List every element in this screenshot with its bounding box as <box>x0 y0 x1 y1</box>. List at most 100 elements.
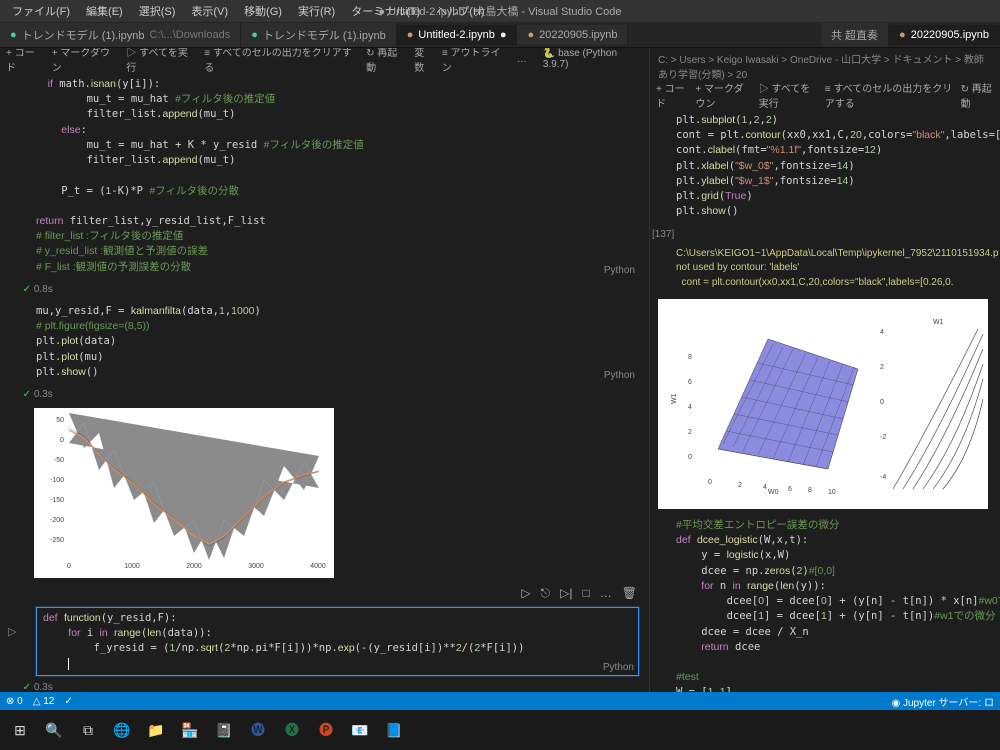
add-code-button[interactable]: + コード <box>6 48 44 74</box>
menu-view[interactable]: 表示(V) <box>185 1 234 21</box>
code-cell-3-active[interactable]: def function(y_resid,F): for i in range(… <box>36 607 639 676</box>
kernel-picker[interactable]: 🐍 base (Python 3.9.7) <box>543 48 643 70</box>
check-icon: ✓ <box>23 284 31 295</box>
svg-text:-50: -50 <box>54 457 64 464</box>
svg-text:0: 0 <box>688 454 692 461</box>
tab-trend-model-2[interactable]: ●トレンドモデル (1).ipynb <box>241 23 397 47</box>
tab-right-20220905[interactable]: ●20220905.ipynb <box>889 25 1000 45</box>
edge-icon[interactable]: 🌐 <box>108 716 136 744</box>
svg-text:W1: W1 <box>671 393 678 404</box>
store-icon[interactable]: 🏪 <box>176 716 204 744</box>
windows-taskbar: ⊞ 🔍 ⧉ 🌐 📁 🏪 📓 🅦 🅧 🅟 📧 📘 <box>0 710 1000 750</box>
tab-20220905[interactable]: ●20220905.ipynb <box>517 25 628 45</box>
menu-go[interactable]: 移動(G) <box>238 1 288 21</box>
explorer-icon[interactable]: 📁 <box>142 716 170 744</box>
run-cell-play-icon[interactable]: ▷ <box>8 625 16 638</box>
menu-file[interactable]: ファイル(F) <box>6 1 76 21</box>
check-icon: ✓ <box>23 389 31 400</box>
status-warnings[interactable]: △ 12 <box>33 696 55 707</box>
tab-trend-model-1[interactable]: ●トレンドモデル (1).ipynbC:\...\Downloads <box>0 23 241 47</box>
cell-lang-1: Python <box>604 265 635 276</box>
svg-text:0: 0 <box>708 479 712 486</box>
code-content-3[interactable]: def function(y_resid,F): for i in range(… <box>37 608 638 675</box>
jupyter-server-status[interactable]: ◉ Jupyter サーバー: ロ <box>891 694 994 709</box>
code-cell-2[interactable]: mu,y_resid,F = kalmanfilta(data,1,1000) … <box>30 301 639 383</box>
svg-text:-2: -2 <box>880 434 886 441</box>
notebook-toolbar-right: + コード + マークダウン ▷ すべてを実行 ≡ すべてのセルの出力をクリアす… <box>650 84 1000 106</box>
menu-select[interactable]: 選択(S) <box>133 1 182 21</box>
svg-text:-4: -4 <box>880 474 886 481</box>
search-icon[interactable]: 🔍 <box>40 716 68 744</box>
outlook-icon[interactable]: 📘 <box>380 716 408 744</box>
code-cell-1[interactable]: if math.isnan(y[i]): mu_t = mu_hat #フィルタ… <box>30 74 639 278</box>
onenote-icon[interactable]: 📓 <box>210 716 238 744</box>
svg-text:0: 0 <box>67 563 71 570</box>
clear-all-button[interactable]: ≡ すべてのセルの出力をクリアする <box>204 48 358 74</box>
svg-text:1000: 1000 <box>124 563 140 570</box>
vars-button[interactable]: 変数 <box>414 48 434 74</box>
tab-untitled2[interactable]: ●Untitled-2.ipynb● <box>397 25 518 45</box>
warning-output: C:\Users\KEIGO1~1\AppData\Local\Temp\ipy… <box>670 244 992 294</box>
restart-button[interactable]: ↻ 再起動 <box>366 48 406 74</box>
excel-icon[interactable]: 🅧 <box>278 716 306 744</box>
svg-text:2000: 2000 <box>186 563 202 570</box>
svg-text:2: 2 <box>688 429 692 436</box>
svg-text:2: 2 <box>880 364 884 371</box>
delete-cell-icon[interactable]: 🗑 <box>622 586 637 601</box>
svg-text:4: 4 <box>763 484 767 491</box>
cell-action-bar: ▷ ⎋ ▷| □ … 🗑 <box>0 584 649 603</box>
svg-text:4000: 4000 <box>310 563 326 570</box>
more-icon[interactable]: … <box>517 54 527 65</box>
svg-text:2: 2 <box>738 482 742 489</box>
right-editor-pane: C: > Users > Keigo Iwasaki > OneDrive - … <box>650 48 1000 710</box>
menu-edit[interactable]: 編集(E) <box>80 1 129 21</box>
clear-all-button-r[interactable]: ≡ すべてのセルの出力をクリアする <box>825 80 953 110</box>
code-content-1: if math.isnan(y[i]): mu_t = mu_hat #フィルタ… <box>30 74 639 278</box>
svg-text:0: 0 <box>60 437 64 444</box>
outline-button[interactable]: ≡ アウトライン <box>442 48 509 74</box>
cell-2-status: [253] ✓ 0.3s <box>0 387 649 402</box>
word-icon[interactable]: 🅦 <box>244 716 272 744</box>
window-title: ● Untitled-2.ipynb - 大島大橋 - Visual Studi… <box>378 3 621 19</box>
add-markdown-button[interactable]: + マークダウン <box>52 48 119 74</box>
code-cell-r2[interactable]: #平均交差エントロピー誤差の微分 def dcee_logistic(W,x,t… <box>670 515 990 710</box>
powerpoint-icon[interactable]: 🅟 <box>312 716 340 744</box>
svg-text:4: 4 <box>688 404 692 411</box>
svg-text:-150: -150 <box>50 497 64 504</box>
svg-text:-100: -100 <box>50 477 64 484</box>
start-icon[interactable]: ⊞ <box>6 716 34 744</box>
add-markdown-button-r[interactable]: + マークダウン <box>695 80 750 110</box>
svg-text:-250: -250 <box>50 537 64 544</box>
code-cell-r1[interactable]: plt.subplot(1,2,2) cont = plt.contour(xx… <box>670 110 990 223</box>
svg-text:4: 4 <box>880 329 884 336</box>
code-content-2: mu,y_resid,F = kalmanfilta(data,1,1000) … <box>30 301 639 383</box>
tab-share[interactable]: 共 超直奏 <box>821 23 889 47</box>
main-area: + コード + マークダウン ▷ すべてを実行 ≡ すべてのセルの出力をクリアす… <box>0 48 1000 710</box>
add-code-button-r[interactable]: + コード <box>656 80 687 110</box>
run-above-icon[interactable]: ▷| <box>560 586 572 601</box>
run-all-button-r[interactable]: ▷ すべてを実行 <box>759 80 817 110</box>
run-all-button[interactable]: ▷ すべてを実行 <box>126 48 196 74</box>
split-cell-icon[interactable]: □ <box>583 586 590 601</box>
left-editor-pane: + コード + マークダウン ▷ すべてを実行 ≡ すべてのセルの出力をクリアす… <box>0 48 650 710</box>
more-cell-icon[interactable]: … <box>600 586 612 601</box>
menu-run[interactable]: 実行(R) <box>292 1 341 21</box>
status-bar: ⊗ 0 △ 12 ✓ ◉ Jupyter サーバー: ロ <box>0 692 1000 710</box>
restart-button-r[interactable]: ↻ 再起動 <box>961 80 994 110</box>
breadcrumb[interactable]: C: > Users > Keigo Iwasaki > OneDrive - … <box>650 48 1000 84</box>
run-cell-icon[interactable]: ▷ <box>521 586 530 601</box>
svg-text:W0: W0 <box>768 489 779 496</box>
task-view-icon[interactable]: ⧉ <box>74 716 102 744</box>
output-chart-3d-contour: W0W1 024 6810 02468 W1 -4-2024 <box>658 299 988 509</box>
run-by-line-icon[interactable]: ⎋ <box>541 586 551 601</box>
svg-text:8: 8 <box>808 487 812 494</box>
status-sync-icon[interactable]: ✓ <box>64 696 72 707</box>
svg-text:6: 6 <box>688 379 692 386</box>
svg-text:0: 0 <box>880 399 884 406</box>
cell-lang-3: Python <box>603 662 634 673</box>
svg-text:W1: W1 <box>933 319 944 326</box>
svg-text:-200: -200 <box>50 517 64 524</box>
status-errors[interactable]: ⊗ 0 <box>6 696 23 707</box>
mail-icon[interactable]: 📧 <box>346 716 374 744</box>
cell-lang-2: Python <box>604 370 635 381</box>
